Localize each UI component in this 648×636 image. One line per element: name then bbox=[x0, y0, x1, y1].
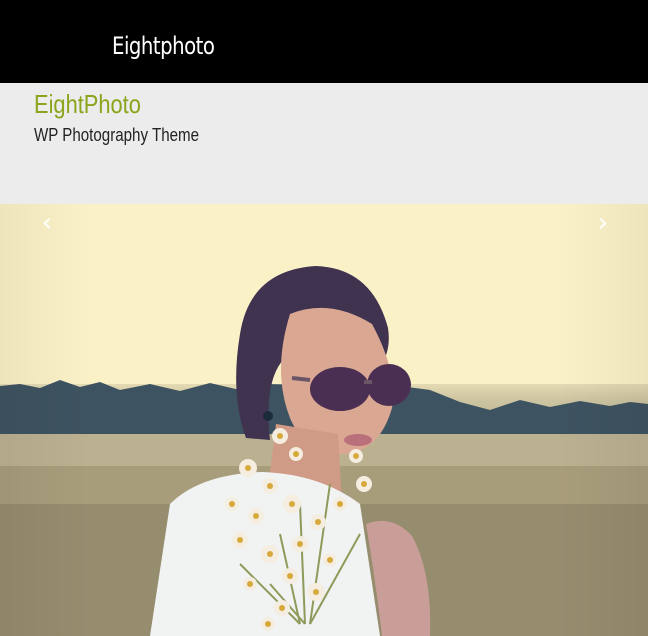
top-bar: Eightphoto bbox=[0, 0, 648, 83]
site-header: EightPhoto WP Photography Theme bbox=[0, 83, 648, 204]
site-logo[interactable]: Eightphoto bbox=[112, 34, 215, 58]
slider-prev-arrow-icon[interactable]: ‹ bbox=[36, 208, 58, 238]
slider-shade-right bbox=[558, 204, 648, 636]
slide-photo bbox=[0, 204, 648, 636]
site-tagline: WP Photography Theme bbox=[34, 125, 200, 145]
slider-next-arrow-icon[interactable]: › bbox=[592, 208, 614, 238]
slider-shade-left bbox=[0, 204, 90, 636]
site-title[interactable]: EightPhoto bbox=[34, 91, 141, 117]
image-slider: ‹ › bbox=[0, 204, 648, 636]
